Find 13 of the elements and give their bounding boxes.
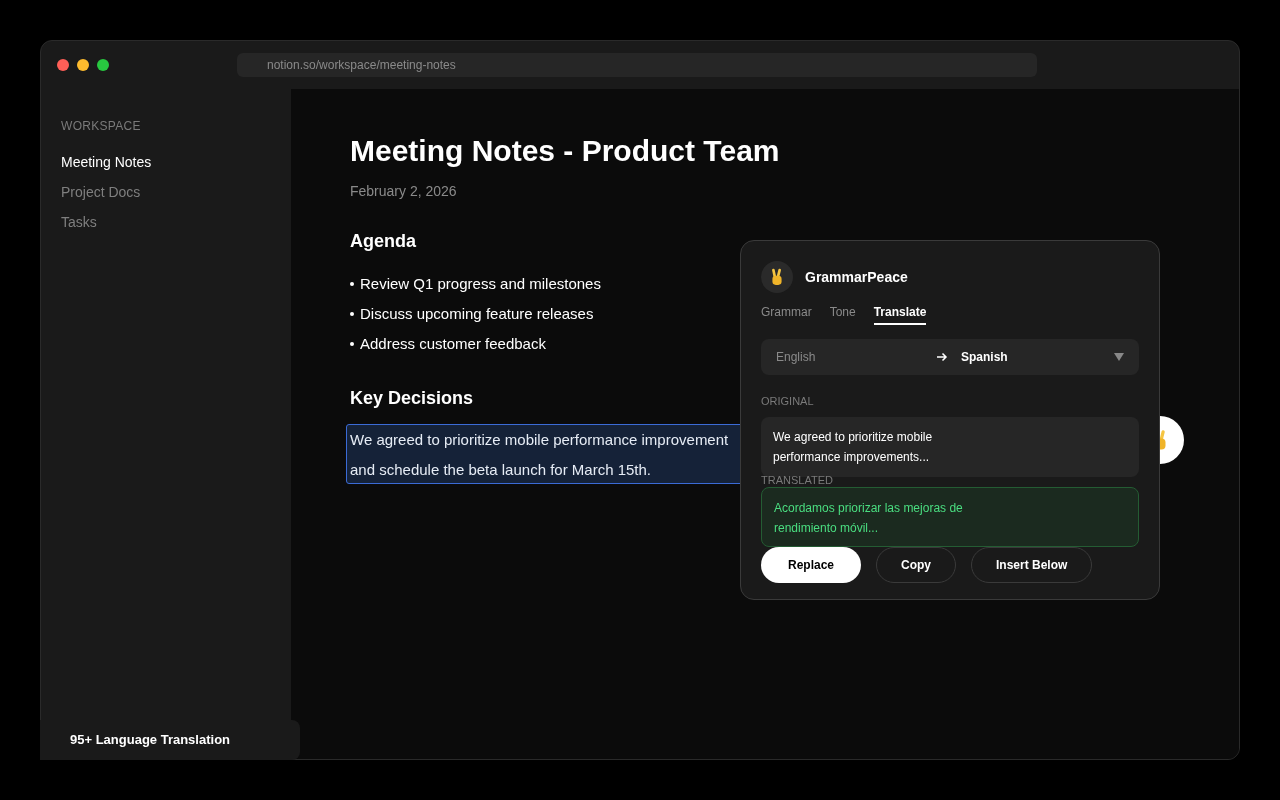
page-title: Meeting Notes - Product Team (350, 133, 780, 169)
sidebar-heading: WORKSPACE (61, 118, 142, 135)
section-label: ORIGINAL (761, 394, 815, 409)
original-text: We agreed to prioritize mobile performance improvements... (761, 416, 1139, 477)
bullet-item: Review Q1 progress and milestones (360, 274, 601, 294)
bullet-item: Address customer feedback (360, 334, 546, 354)
app-name: GrammarPeace (805, 267, 908, 287)
translated-text: Acordamos priorizar las mejoras de rendimiento móvil... (761, 486, 1139, 547)
feature-badge: 95+ Language Translation (40, 720, 300, 760)
section-heading: Agenda (350, 230, 416, 253)
section-heading: Key Decisions (350, 387, 474, 410)
page-date: February 2, 2026 (350, 182, 457, 201)
bullet-item: Discuss upcoming feature releases (360, 304, 594, 324)
